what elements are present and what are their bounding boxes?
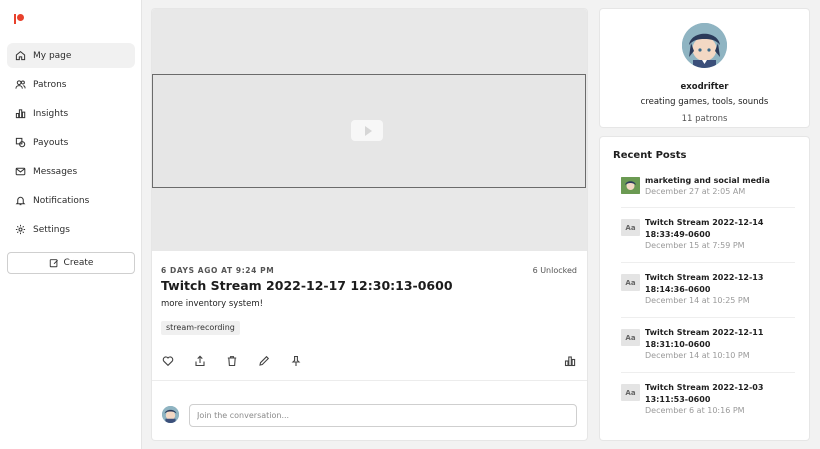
recent-posts-title: Recent Posts (613, 150, 687, 161)
recent-post-title: Twitch Stream 2022-12-03 13:11:53-0600 (645, 383, 764, 404)
post-thumbnail: Aa (621, 329, 640, 346)
sidebar-item-patrons[interactable]: Patrons (7, 72, 135, 97)
sidebar-item-my-page[interactable]: My page (7, 43, 135, 68)
play-icon (364, 125, 372, 136)
patron-count: 11 patrons (681, 114, 728, 124)
recent-post-date: December 27 at 2:05 AM (645, 187, 746, 196)
play-button[interactable] (351, 120, 383, 141)
recent-post-title: Twitch Stream 2022-12-13 18:14:36-0600 (645, 273, 764, 294)
recent-post-date: December 15 at 7:59 PM (645, 241, 745, 250)
sidebar-item-label: Messages (33, 166, 78, 177)
sidebar-item-label: My page (33, 50, 72, 61)
unlocked-count: 6 Unlocked (533, 266, 577, 275)
list-divider (621, 207, 795, 208)
list-divider (621, 317, 795, 318)
post-body: more inventory system! (161, 299, 264, 309)
recent-post-date: December 14 at 10:10 PM (645, 351, 750, 360)
pin-button[interactable] (289, 354, 303, 368)
bell-icon (15, 195, 26, 206)
avatar[interactable] (682, 23, 727, 68)
post-divider (152, 380, 587, 381)
sidebar-item-label: Insights (33, 108, 69, 119)
create-button-label: Create (63, 258, 94, 268)
list-item[interactable]: marketing and social media December 27 a… (621, 175, 795, 199)
post-title[interactable]: Twitch Stream 2022-12-17 12:30:13-0600 (161, 278, 453, 293)
pencil-icon (259, 355, 270, 366)
recent-post-title: marketing and social media (645, 176, 770, 185)
recent-post-title: Twitch Stream 2022-12-14 18:33:49-0600 (645, 218, 764, 239)
patreon-logo[interactable] (14, 13, 26, 25)
list-item[interactable]: Aa Twitch Stream 2022-12-03 13:11:53-060… (621, 382, 795, 418)
share-icon (195, 355, 205, 367)
post-thumbnail: Aa (621, 384, 640, 401)
sidebar-item-label: Settings (33, 224, 70, 235)
post-card: 6 DAYS AGO AT 9:24 PM 6 Unlocked Twitch … (152, 9, 587, 440)
chart-icon (564, 356, 576, 367)
share-button[interactable] (193, 354, 207, 368)
list-divider (621, 262, 795, 263)
chart-icon (15, 108, 26, 119)
create-button[interactable]: Create (7, 252, 135, 274)
trash-icon (227, 356, 237, 367)
sidebar: My page Patrons Insights Payouts Message… (0, 0, 142, 449)
post-thumbnail (621, 177, 640, 194)
list-item[interactable]: Aa Twitch Stream 2022-12-14 18:33:49-060… (621, 217, 795, 253)
delete-button[interactable] (225, 354, 239, 368)
unlocked-label: Unlocked (540, 266, 577, 275)
unlocked-number: 6 (532, 266, 538, 275)
creator-profile-card: exodrifter creating games, tools, sounds… (600, 9, 809, 127)
gear-icon (15, 224, 26, 235)
people-icon (15, 79, 26, 90)
recent-post-date: December 14 at 10:25 PM (645, 296, 750, 305)
creator-name[interactable]: exodrifter (600, 82, 809, 92)
payouts-icon (15, 137, 26, 148)
sidebar-item-label: Payouts (33, 137, 69, 148)
post-thumbnail: Aa (621, 274, 640, 291)
comment-input[interactable] (189, 404, 577, 427)
recent-posts-card: Recent Posts marketing and social media … (600, 137, 809, 440)
heart-icon (162, 356, 174, 367)
like-button[interactable] (161, 354, 175, 368)
edit-button[interactable] (257, 354, 271, 368)
mail-icon (15, 166, 26, 177)
sidebar-item-settings[interactable]: Settings (7, 217, 135, 242)
post-actions (161, 354, 578, 370)
edit-icon (49, 259, 58, 268)
list-divider (621, 372, 795, 373)
sidebar-item-messages[interactable]: Messages (7, 159, 135, 184)
post-thumbnail: Aa (621, 219, 640, 236)
sidebar-item-insights[interactable]: Insights (7, 101, 135, 126)
sidebar-item-payouts[interactable]: Payouts (7, 130, 135, 155)
list-item[interactable]: Aa Twitch Stream 2022-12-13 18:14:36-060… (621, 272, 795, 308)
sidebar-item-label: Notifications (33, 195, 90, 206)
post-timestamp: 6 DAYS AGO AT 9:24 PM (161, 266, 275, 275)
video-player[interactable] (152, 74, 586, 188)
list-item[interactable]: Aa Twitch Stream 2022-12-11 18:31:10-060… (621, 327, 795, 363)
home-icon (15, 50, 26, 61)
recent-post-date: December 6 at 10:16 PM (645, 406, 745, 415)
recent-post-title: Twitch Stream 2022-12-11 18:31:10-0600 (645, 328, 764, 349)
creator-tagline: creating games, tools, sounds (640, 97, 769, 107)
insights-button[interactable] (563, 354, 577, 368)
post-media (152, 9, 587, 251)
avatar (162, 406, 179, 423)
sidebar-item-notifications[interactable]: Notifications (7, 188, 135, 213)
post-tag[interactable]: stream-recording (161, 321, 240, 335)
pin-icon (291, 355, 301, 366)
sidebar-nav: My page Patrons Insights Payouts Message… (7, 43, 135, 246)
sidebar-item-label: Patrons (33, 79, 67, 90)
